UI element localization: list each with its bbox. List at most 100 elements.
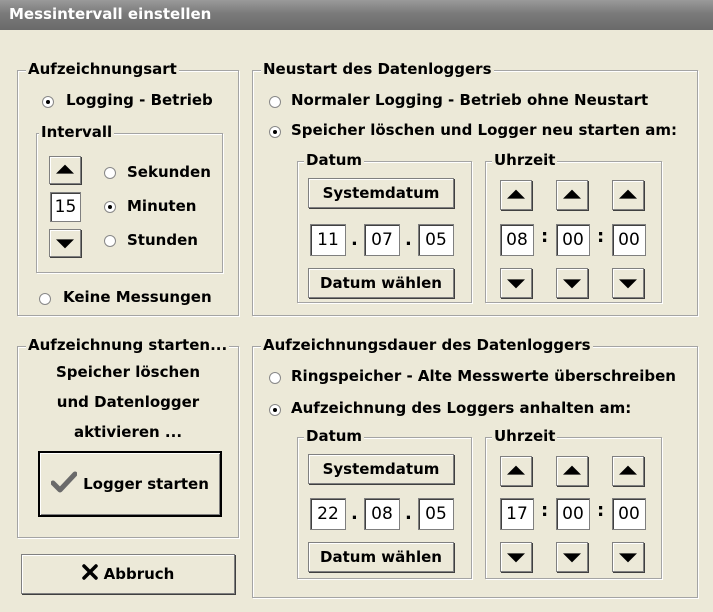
starten-text-line1: Speicher löschen: [55, 363, 201, 381]
intervall-legend: Intervall: [39, 123, 115, 141]
minute-down-button[interactable]: [556, 542, 588, 572]
starten-text-line2: und Datenlogger: [56, 393, 200, 411]
abbruch-button[interactable]: Abbruch: [21, 554, 235, 594]
sekunden-radio[interactable]: [104, 167, 116, 179]
uhrzeit-legend: Uhrzeit: [492, 151, 558, 169]
uhrzeit-legend: Uhrzeit: [492, 427, 558, 445]
time-separator: :: [597, 226, 605, 247]
minuten-label[interactable]: Minuten: [127, 197, 196, 215]
abbruch-label: Abbruch: [103, 565, 175, 583]
ringspeicher-label[interactable]: Ringspeicher - Alte Messwerte überschrei…: [291, 367, 676, 385]
arrow-up-icon: [563, 189, 581, 199]
arrow-up-icon: [619, 465, 637, 475]
minute-field[interactable]: 00: [556, 498, 590, 530]
second-up-button[interactable]: [612, 180, 644, 210]
day-field[interactable]: 22: [310, 498, 346, 530]
second-field[interactable]: 00: [612, 498, 646, 530]
arrow-down-icon: [563, 279, 581, 289]
date-separator: .: [351, 229, 358, 250]
stunden-radio[interactable]: [104, 235, 116, 247]
sekunden-label[interactable]: Sekunden: [127, 163, 211, 181]
systemdatum-button[interactable]: Systemdatum: [308, 454, 454, 484]
logger-starten-label: Logger starten: [83, 475, 209, 493]
anhalten-label[interactable]: Aufzeichnung des Loggers anhalten am:: [291, 399, 631, 417]
logging-radio[interactable]: [42, 96, 54, 108]
arrow-up-icon: [507, 465, 525, 475]
second-down-button[interactable]: [612, 268, 644, 298]
logger-starten-button[interactable]: Logger starten: [38, 451, 222, 517]
minute-down-button[interactable]: [556, 268, 588, 298]
arrow-down-icon: [507, 553, 525, 563]
checkmark-icon: [50, 471, 78, 497]
arrow-down-icon: [619, 553, 637, 563]
intervall-down-button[interactable]: [49, 229, 81, 257]
intervall-value-field[interactable]: 15: [50, 192, 81, 222]
hour-field[interactable]: 08: [500, 224, 534, 256]
dauer-legend: Aufzeichnungsdauer des Datenloggers: [261, 336, 593, 354]
hour-down-button[interactable]: [500, 268, 532, 298]
minute-up-button[interactable]: [556, 180, 588, 210]
dialog-window: Messintervall einstellen Aufzeichnungsar…: [0, 0, 713, 612]
hour-up-button[interactable]: [500, 456, 532, 486]
time-separator: :: [541, 500, 549, 521]
minute-up-button[interactable]: [556, 456, 588, 486]
datum-waehlen-button[interactable]: Datum wählen: [308, 268, 454, 298]
dauer-uhrzeit-group: Uhrzeit 17 : 00 : 00: [485, 427, 662, 579]
time-separator: :: [597, 500, 605, 521]
month-field[interactable]: 07: [364, 224, 400, 256]
starten-legend: Aufzeichnung starten...: [26, 336, 230, 354]
starten-text-line3: aktivieren ...: [73, 423, 183, 441]
datum-legend: Datum: [304, 427, 365, 445]
hour-down-button[interactable]: [500, 542, 532, 572]
time-separator: :: [541, 226, 549, 247]
date-separator: .: [405, 229, 412, 250]
starten-group: Aufzeichnung starten... Speicher löschen…: [17, 336, 239, 538]
anhalten-radio[interactable]: [269, 404, 281, 416]
arrow-down-icon: [619, 279, 637, 289]
stunden-label[interactable]: Stunden: [127, 231, 198, 249]
ringspeicher-radio[interactable]: [269, 372, 281, 384]
close-icon: [81, 564, 98, 584]
arrow-up-icon: [619, 189, 637, 199]
keine-messungen-radio[interactable]: [39, 293, 51, 305]
neustart-legend: Neustart des Datenloggers: [261, 60, 494, 78]
month-field[interactable]: 08: [364, 498, 400, 530]
date-separator: .: [405, 503, 412, 524]
second-down-button[interactable]: [612, 542, 644, 572]
systemdatum-button[interactable]: Systemdatum: [308, 178, 454, 208]
intervall-up-button[interactable]: [49, 156, 81, 184]
hour-field[interactable]: 17: [500, 498, 534, 530]
minuten-radio[interactable]: [104, 201, 116, 213]
dauer-group: Aufzeichnungsdauer des Datenloggers Ring…: [252, 336, 698, 598]
second-up-button[interactable]: [612, 456, 644, 486]
year-field[interactable]: 05: [418, 498, 454, 530]
aufzeichnungsart-group: Aufzeichnungsart Logging - Betrieb Inter…: [17, 60, 239, 316]
logging-label[interactable]: Logging - Betrieb: [66, 91, 213, 109]
datum-legend: Datum: [304, 151, 365, 169]
arrow-down-icon: [563, 553, 581, 563]
window-title: Messintervall einstellen: [9, 5, 212, 23]
arrow-up-icon: [56, 164, 74, 174]
neustart-datum-group: Datum Systemdatum 11 . 07 . 05 Datum wäh…: [297, 151, 472, 303]
intervall-group: Intervall 15 Sekunden Minuten Stunden: [36, 123, 223, 273]
day-field[interactable]: 11: [310, 224, 346, 256]
year-field[interactable]: 05: [418, 224, 454, 256]
datum-waehlen-button[interactable]: Datum wählen: [308, 542, 454, 572]
neustart-group: Neustart des Datenloggers Normaler Loggi…: [252, 60, 698, 316]
arrow-down-icon: [56, 239, 74, 249]
speicher-loeschen-radio[interactable]: [269, 126, 281, 138]
dauer-datum-group: Datum Systemdatum 22 . 08 . 05 Datum wäh…: [297, 427, 472, 579]
aufzeichnungsart-legend: Aufzeichnungsart: [26, 60, 179, 78]
normal-logging-radio[interactable]: [269, 96, 281, 108]
second-field[interactable]: 00: [612, 224, 646, 256]
normal-logging-label[interactable]: Normaler Logging - Betrieb ohne Neustart: [291, 91, 648, 109]
speicher-loeschen-label[interactable]: Speicher löschen und Logger neu starten …: [291, 121, 677, 139]
minute-field[interactable]: 00: [556, 224, 590, 256]
hour-up-button[interactable]: [500, 180, 532, 210]
neustart-uhrzeit-group: Uhrzeit 08 : 00 : 00: [485, 151, 662, 303]
arrow-up-icon: [563, 465, 581, 475]
arrow-down-icon: [507, 279, 525, 289]
arrow-up-icon: [507, 189, 525, 199]
date-separator: .: [351, 503, 358, 524]
keine-messungen-label[interactable]: Keine Messungen: [63, 288, 212, 306]
